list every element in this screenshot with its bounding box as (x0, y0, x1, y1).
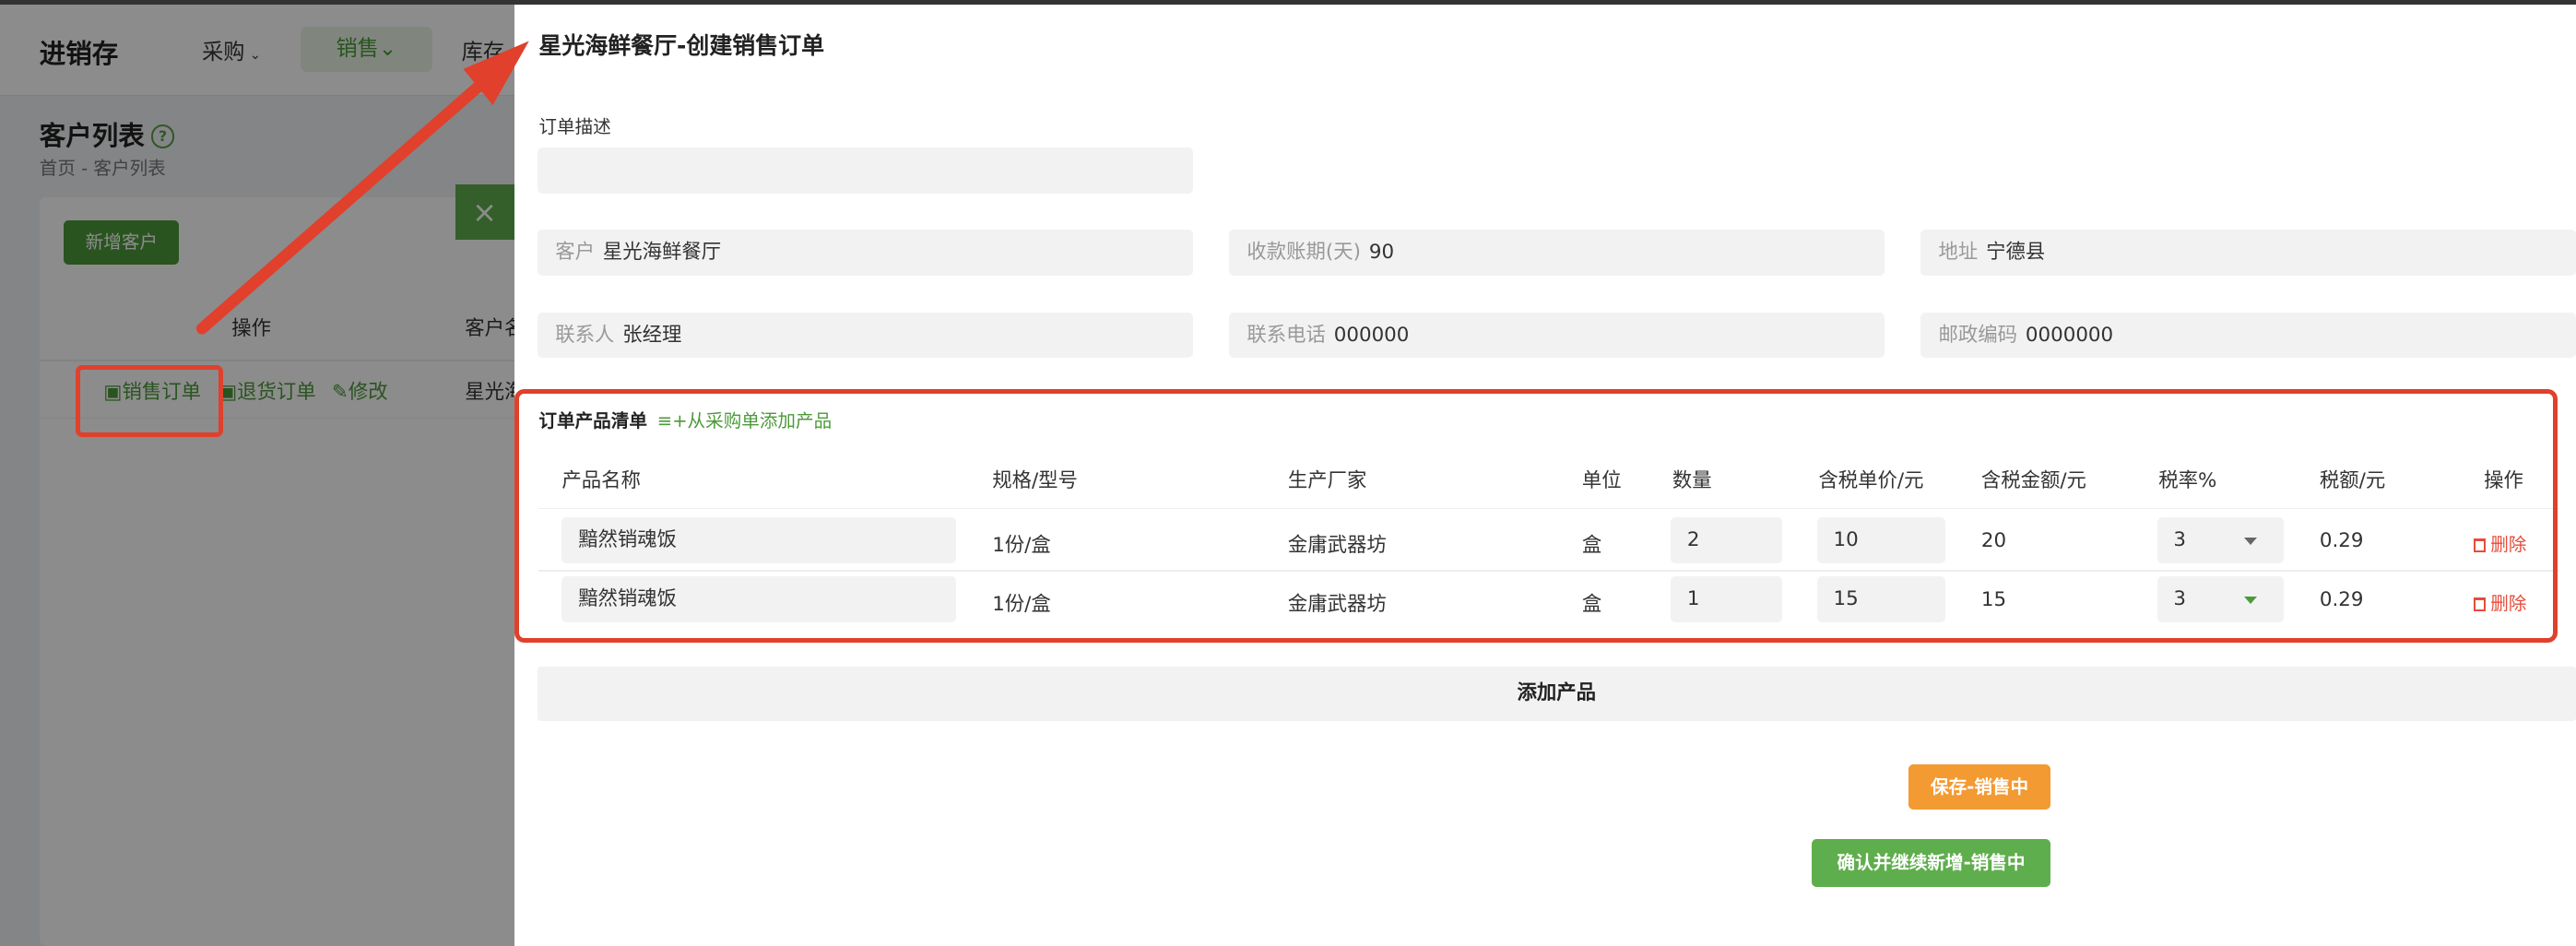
payment-term-field[interactable]: 收款账期(天) 90 (1228, 230, 1885, 277)
confirm-continue-button[interactable]: 确认并继续新增-销售中 (1812, 839, 2050, 888)
save-button[interactable]: 保存-销售中 (1908, 763, 2050, 810)
zip-field[interactable]: 邮政编码 0000000 (1920, 312, 2576, 359)
order-desc-input[interactable] (537, 148, 1193, 195)
annotation-highlight-sales-order (75, 364, 224, 437)
phone-field[interactable]: 联系电话 000000 (1228, 312, 1885, 359)
address-field[interactable]: 地址 宁德县 (1920, 230, 2576, 277)
customer-field[interactable]: 客户 星光海鲜餐厅 (537, 230, 1193, 277)
drawer-title: 星光海鲜餐厅-创建销售订单 (538, 32, 825, 60)
add-product-button[interactable]: 添加产品 (537, 667, 2576, 722)
annotation-highlight-table (514, 389, 2558, 643)
order-desc-label: 订单描述 (538, 116, 611, 138)
contact-field[interactable]: 联系人 张经理 (537, 312, 1193, 359)
